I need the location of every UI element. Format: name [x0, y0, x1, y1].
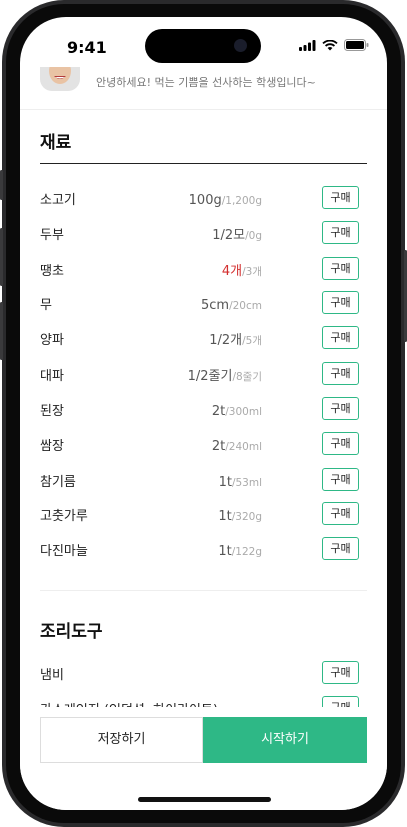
- ingredient-amount: 2t: [211, 439, 226, 454]
- ingredient-quantity: 1t/122g: [218, 540, 262, 559]
- ingredient-row: 대파 1/2줄기/8줄기 구매: [40, 362, 367, 386]
- avatar-face-icon: [49, 67, 71, 84]
- ingredient-row: 다진마늘 1t/122g 구매: [40, 537, 367, 561]
- ingredient-row: 무 5cm/20cm 구매: [40, 291, 367, 315]
- screen: 9:41 안녕하세요! 먹는 기쁨을 선사하는 학생입니다~ 재료 소고기 10…: [20, 17, 387, 810]
- ingredient-row: 두부 1/2모/0g 구매: [40, 221, 367, 245]
- ingredient-amount: 4개: [221, 264, 243, 279]
- ingredient-quantity: 1/2개/5개: [209, 329, 262, 348]
- avatar[interactable]: [40, 67, 80, 91]
- buy-button[interactable]: 구매: [322, 291, 359, 314]
- ingredient-stock: /5개: [242, 335, 262, 347]
- buy-button[interactable]: 구매: [322, 186, 359, 209]
- ingredient-quantity: 100g/1,200g: [189, 189, 262, 208]
- ingredient-quantity: 5cm/20cm: [201, 294, 262, 313]
- ingredient-row: 참기름 1t/53ml 구매: [40, 468, 367, 492]
- save-button[interactable]: 저장하기: [40, 717, 203, 763]
- ingredient-amount: 100g: [188, 193, 222, 208]
- ingredient-amount: 1/2줄기: [187, 369, 233, 384]
- start-button[interactable]: 시작하기: [203, 717, 367, 763]
- ingredient-row: 된장 2t/300ml 구매: [40, 397, 367, 421]
- ingredient-quantity: 1t/53ml: [219, 471, 262, 490]
- ingredient-name: 대파: [40, 369, 64, 384]
- ingredient-stock: /300ml: [225, 406, 262, 418]
- section-divider: [40, 590, 367, 591]
- ingredient-name: 다진마늘: [40, 544, 88, 559]
- buy-button[interactable]: 구매: [322, 397, 359, 420]
- ingredient-name: 소고기: [40, 193, 76, 208]
- volume-up-button: [0, 228, 3, 286]
- wifi-icon: [322, 39, 338, 50]
- buy-button[interactable]: 구매: [322, 326, 359, 349]
- ingredient-amount: 1t: [218, 509, 232, 524]
- ingredient-quantity: 1/2줄기/8줄기: [188, 365, 262, 384]
- ingredient-stock: /53ml: [231, 477, 262, 489]
- ingredient-name: 양파: [40, 333, 64, 348]
- ingredient-name: 된장: [40, 404, 64, 419]
- ingredient-name: 무: [40, 298, 52, 313]
- ingredient-name: 고춧가루: [40, 509, 88, 524]
- ingredient-row: 고춧가루 1t/320g 구매: [40, 502, 367, 526]
- tools-title: 조리도구: [40, 622, 103, 642]
- ingredient-quantity: 1t/320g: [218, 505, 262, 524]
- ingredient-amount: 1/2모: [212, 228, 246, 243]
- dynamic-island: [145, 29, 261, 63]
- signal-icon: [299, 39, 316, 51]
- ingredient-stock: /8줄기: [232, 371, 262, 383]
- ingredient-stock: /320g: [231, 511, 262, 523]
- ingredient-amount: 1t: [218, 475, 232, 490]
- ingredient-row: 쌈장 2t/240ml 구매: [40, 432, 367, 456]
- buy-button[interactable]: 구매: [322, 502, 359, 525]
- ingredient-quantity: 4개/3개: [222, 260, 262, 279]
- ingredients-title-underline: [40, 163, 367, 164]
- ingredient-quantity: 1/2모/0g: [212, 224, 262, 243]
- status-time: 9:41: [67, 38, 107, 57]
- profile-row: 안녕하세요! 먹는 기쁨을 선사하는 학생입니다~: [20, 67, 387, 110]
- buy-button[interactable]: 구매: [322, 468, 359, 491]
- buy-button[interactable]: 구매: [322, 221, 359, 244]
- ingredient-stock: /20cm: [229, 300, 262, 312]
- ingredient-amount: 2t: [211, 404, 226, 419]
- ingredient-name: 두부: [40, 228, 64, 243]
- ingredient-amount: 1t: [218, 544, 232, 559]
- buy-button[interactable]: 구매: [322, 257, 359, 280]
- profile-greeting: 안녕하세요! 먹는 기쁨을 선사하는 학생입니다~: [96, 76, 316, 89]
- volume-down-button: [0, 302, 3, 360]
- ingredients-title: 재료: [40, 133, 72, 153]
- battery-icon: [344, 39, 369, 51]
- ingredient-quantity: 2t/240ml: [212, 435, 262, 454]
- buy-button[interactable]: 구매: [322, 362, 359, 385]
- ingredient-amount: 1/2개: [209, 333, 243, 348]
- action-button: [0, 170, 3, 200]
- ingredient-row: 양파 1/2개/5개 구매: [40, 326, 367, 350]
- ingredient-stock: /1,200g: [221, 195, 262, 207]
- ingredient-stock: /0g: [245, 230, 262, 242]
- status-icons: [299, 39, 369, 51]
- bottom-action-bar: 저장하기 시작하기: [20, 707, 387, 810]
- ingredient-amount: 5cm: [201, 298, 230, 313]
- home-indicator[interactable]: [138, 797, 271, 802]
- ingredient-name: 땡초: [40, 264, 64, 279]
- buy-button[interactable]: 구매: [322, 661, 359, 684]
- ingredient-stock: /3개: [242, 266, 262, 278]
- buy-button[interactable]: 구매: [322, 432, 359, 455]
- ingredient-stock: /240ml: [225, 441, 262, 453]
- tool-row: 냄비 구매: [40, 661, 367, 685]
- ingredient-row: 땡초 4개/3개 구매: [40, 257, 367, 281]
- ingredient-name: 참기름: [40, 475, 76, 490]
- ingredient-row: 소고기 100g/1,200g 구매: [40, 186, 367, 210]
- tool-name: 냄비: [40, 668, 64, 683]
- ingredient-name: 쌈장: [40, 439, 64, 454]
- buy-button[interactable]: 구매: [322, 537, 359, 560]
- ingredient-quantity: 2t/300ml: [212, 400, 262, 419]
- ingredient-stock: /122g: [231, 546, 262, 558]
